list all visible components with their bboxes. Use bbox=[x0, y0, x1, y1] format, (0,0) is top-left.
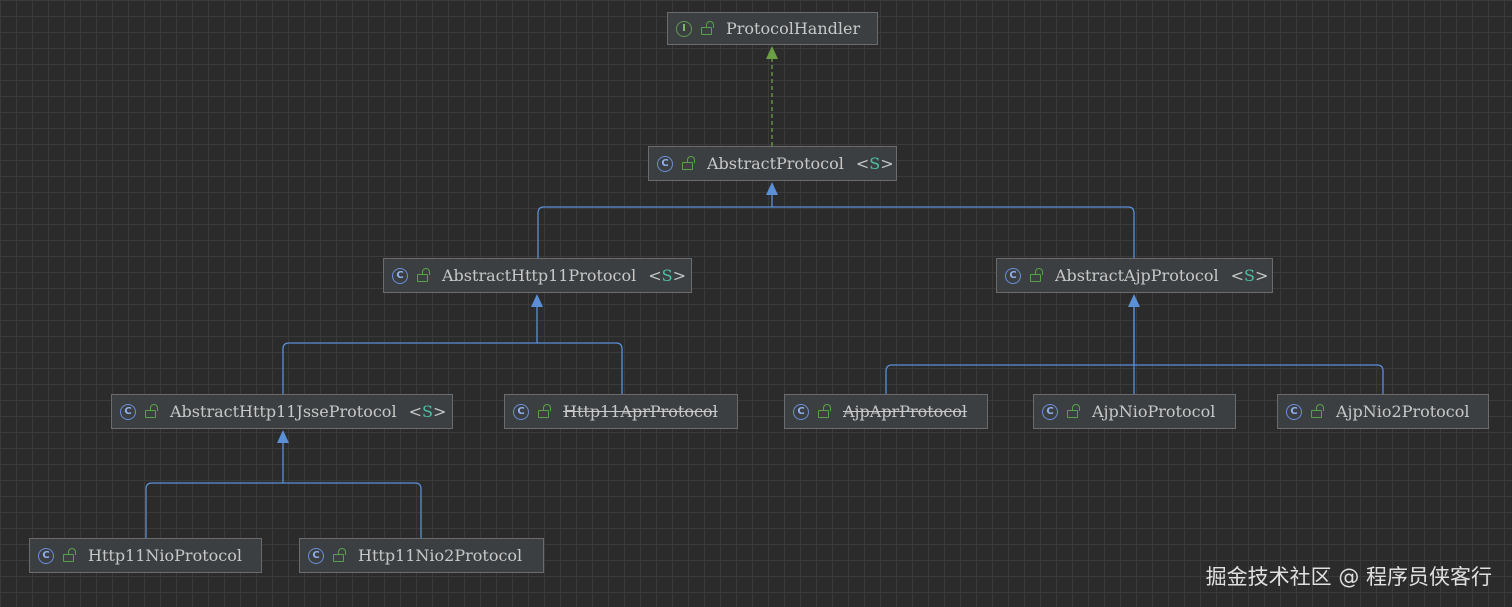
lock-open-icon bbox=[1067, 403, 1080, 418]
extends-abstract-http11-jsse-protocol-line bbox=[283, 482, 422, 538]
class-c-icon: C bbox=[392, 267, 408, 284]
class-c-icon: C bbox=[38, 547, 54, 564]
node-label: AbstractProtocol bbox=[707, 154, 844, 173]
type-parameter: <S> bbox=[408, 402, 447, 421]
lock-open-icon bbox=[701, 20, 714, 35]
watermark: 掘金技术社区 @ 程序员侠客行 bbox=[1205, 565, 1492, 589]
node-label: Http11NioProtocol bbox=[88, 546, 242, 565]
node-abstract-ajp-protocol[interactable]: C AbstractAjpProtocol <S> bbox=[996, 258, 1273, 293]
type-parameter: <S> bbox=[648, 266, 687, 285]
lock-open-icon bbox=[1311, 403, 1324, 418]
type-parameter: <S> bbox=[1230, 266, 1269, 285]
extends-abstract-http11-jsse-protocol-arrowhead bbox=[277, 430, 289, 443]
lock-open-icon bbox=[417, 267, 430, 282]
node-abstract-protocol[interactable]: C AbstractProtocol <S> bbox=[648, 146, 897, 181]
node-label: AjpNioProtocol bbox=[1092, 402, 1216, 421]
class-c-icon: C bbox=[793, 403, 809, 420]
class-c-icon: C bbox=[120, 403, 136, 420]
extends-abstract-ajp-protocol-arrowhead bbox=[1128, 294, 1140, 307]
lock-open-icon bbox=[1030, 267, 1043, 282]
node-label: ProtocolHandler bbox=[726, 19, 861, 38]
extends-abstract-http11-protocol-line bbox=[537, 342, 623, 394]
class-c-icon: C bbox=[308, 547, 324, 564]
extends-abstract-protocol-arrowhead bbox=[766, 182, 778, 195]
class-c-icon: C bbox=[1286, 403, 1302, 420]
class-c-icon: C bbox=[1005, 267, 1021, 284]
lock-open-icon bbox=[145, 403, 158, 418]
node-label: AjpAprProtocol bbox=[843, 402, 968, 421]
extends-abstract-http11-jsse-protocol-line bbox=[145, 482, 283, 538]
class-c-icon: C bbox=[1042, 403, 1058, 420]
extends-abstract-http11-protocol-line bbox=[282, 342, 537, 394]
node-label: Http11Nio2Protocol bbox=[358, 546, 523, 565]
node-label: Http11AprProtocol bbox=[563, 402, 718, 421]
extends-abstract-ajp-protocol-line bbox=[1134, 364, 1384, 394]
node-ajp-nio-protocol[interactable]: C AjpNioProtocol bbox=[1033, 394, 1236, 429]
extends-abstract-ajp-protocol-line bbox=[885, 364, 1134, 394]
lock-open-icon bbox=[682, 155, 695, 170]
node-http11-nio-protocol[interactable]: C Http11NioProtocol bbox=[29, 538, 262, 573]
node-label: AbstractAjpProtocol bbox=[1055, 266, 1219, 285]
lock-open-icon bbox=[538, 403, 551, 418]
extends-abstract-http11-protocol-arrowhead bbox=[531, 294, 543, 307]
inheritance-edges bbox=[145, 46, 1384, 538]
lock-open-icon bbox=[818, 403, 831, 418]
lock-open-icon bbox=[333, 547, 346, 562]
node-abstract-http11-protocol[interactable]: C AbstractHttp11Protocol <S> bbox=[383, 258, 692, 293]
node-http11-nio2-protocol[interactable]: C Http11Nio2Protocol bbox=[299, 538, 544, 573]
node-ajp-nio2-protocol[interactable]: C AjpNio2Protocol bbox=[1277, 394, 1489, 429]
interface-i-icon: I bbox=[676, 20, 692, 37]
node-http11-apr-protocol[interactable]: C Http11AprProtocol bbox=[504, 394, 738, 429]
node-label: AjpNio2Protocol bbox=[1336, 402, 1470, 421]
implements-arrowhead bbox=[766, 46, 778, 59]
node-label: AbstractHttp11JsseProtocol bbox=[170, 402, 397, 421]
type-parameter: <S> bbox=[855, 154, 894, 173]
node-ajp-apr-protocol[interactable]: C AjpAprProtocol bbox=[784, 394, 988, 429]
node-label: AbstractHttp11Protocol bbox=[442, 266, 637, 285]
node-protocol-handler[interactable]: I ProtocolHandler bbox=[667, 12, 878, 45]
class-c-icon: C bbox=[513, 403, 529, 420]
class-c-icon: C bbox=[657, 155, 673, 172]
lock-open-icon bbox=[63, 547, 76, 562]
node-abstract-http11-jsse-protocol[interactable]: C AbstractHttp11JsseProtocol <S> bbox=[111, 394, 453, 429]
extends-abstract-protocol-line bbox=[772, 206, 1135, 258]
extends-abstract-protocol-line bbox=[537, 206, 772, 258]
